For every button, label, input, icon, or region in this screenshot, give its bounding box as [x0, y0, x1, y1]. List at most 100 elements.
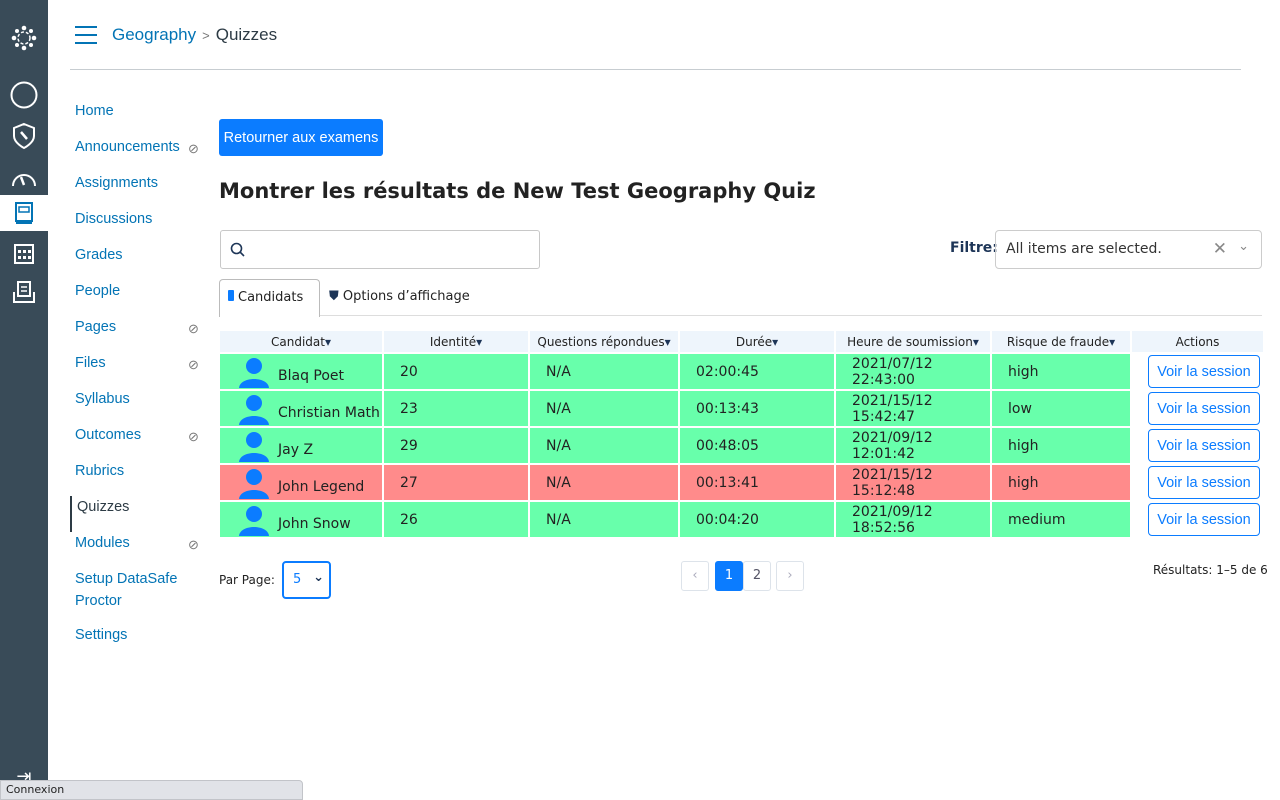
nav-label: Announcements	[75, 139, 180, 155]
nav-item-outcomes[interactable]: Outcomes ⊘	[70, 424, 210, 460]
nav-label: Files	[75, 355, 106, 371]
clear-icon[interactable]: ✕	[1213, 239, 1227, 259]
breadcrumb-current: Quizzes	[215, 25, 278, 44]
nav-item-files[interactable]: Files ⊘	[70, 352, 210, 388]
dashboard-icon[interactable]	[0, 160, 48, 196]
actions-cell: Voir la session	[1132, 354, 1263, 389]
cell-submitted: 2021/15/12 15:12:48	[836, 465, 990, 500]
column-header[interactable]: Questions répondues▾	[530, 331, 678, 352]
admin-shield-icon[interactable]	[0, 118, 48, 154]
breadcrumb-course[interactable]: Geography	[112, 25, 196, 44]
candidate-cell: John Snow	[220, 502, 382, 537]
header-label: Identité	[429, 334, 477, 349]
user-avatar-icon	[239, 431, 269, 462]
tab-candidats[interactable]: Candidats	[219, 279, 320, 317]
column-header[interactable]: Durée▾	[680, 331, 834, 352]
prev-page-button[interactable]: ‹	[681, 561, 709, 591]
cell-risk: medium	[992, 502, 1130, 537]
column-header[interactable]: Identité▾	[384, 331, 528, 352]
cell-duration: 00:13:41	[680, 465, 834, 500]
view-session-button[interactable]: Voir la session	[1148, 466, 1260, 499]
nav-item-rubrics[interactable]: Rubrics	[70, 460, 210, 496]
header-label: Candidat	[271, 334, 325, 349]
candidate-cell: Blaq Poet	[220, 354, 382, 389]
view-session-button[interactable]: Voir la session	[1148, 503, 1260, 536]
table-row: Blaq Poet 20 N/A 02:00:45 2021/07/12 22:43:0…	[220, 354, 1263, 389]
view-session-button[interactable]: Voir la session	[1148, 392, 1260, 425]
candidate-name: Christian Math	[278, 404, 380, 421]
nav-item-settings[interactable]: Settings	[70, 624, 210, 660]
nav-item-home[interactable]: Home	[70, 100, 210, 136]
column-header[interactable]: Candidat▾	[220, 331, 382, 352]
column-header[interactable]: Risque de fraude▾	[992, 331, 1130, 352]
cell-risk: high	[992, 354, 1130, 389]
candidate-cell: Jay Z	[220, 428, 382, 463]
filter-select[interactable]: All items are selected. ✕ ⌄	[995, 230, 1262, 269]
account-icon[interactable]	[0, 77, 48, 113]
menu-icon[interactable]	[75, 26, 97, 44]
cell-questions: N/A	[530, 428, 678, 463]
cell-risk: low	[992, 391, 1130, 426]
canvas-logo-icon[interactable]	[0, 20, 48, 56]
courses-icon[interactable]	[0, 195, 48, 231]
nav-item-grades[interactable]: Grades	[70, 244, 210, 280]
sort-caret-icon: ▾	[1109, 334, 1116, 349]
inbox-icon[interactable]	[0, 274, 48, 310]
hidden-eye-icon: ⊘	[188, 321, 199, 336]
cell-questions: N/A	[530, 465, 678, 500]
tab-label: Options d’affichage	[342, 289, 470, 304]
nav-item-assignments[interactable]: Assignments	[70, 172, 210, 208]
cell-risk: high	[992, 465, 1130, 500]
header: Geography > Quizzes	[70, 0, 1241, 70]
view-session-button[interactable]: Voir la session	[1148, 429, 1260, 462]
per-page-select[interactable]: 5 ⌄	[282, 561, 331, 599]
column-header[interactable]: Heure de soumission▾	[836, 331, 990, 352]
table-row: Jay Z 29 N/A 00:48:05 2021/09/12 12:01:42 hig…	[220, 428, 1263, 463]
next-page-button[interactable]: ›	[776, 561, 804, 591]
view-session-button[interactable]: Voir la session	[1148, 355, 1260, 388]
nav-item-syllabus[interactable]: Syllabus	[70, 388, 210, 424]
results-table: Candidat▾ Identité▾ Questions répondues▾ Du…	[218, 329, 1265, 539]
sort-caret-icon: ▾	[664, 334, 671, 349]
tab-display-options[interactable]: ⛊ Options d’affichage	[321, 279, 478, 316]
sort-caret-icon: ▾	[972, 334, 979, 349]
hidden-eye-icon: ⊘	[188, 357, 199, 372]
header-label: Questions répondues	[537, 334, 665, 349]
nav-item-pages[interactable]: Pages ⊘	[70, 316, 210, 352]
nav-item-discussions[interactable]: Discussions	[70, 208, 210, 244]
cell-id: 27	[384, 465, 528, 500]
nav-label: Setup DataSafe Proctor	[75, 571, 178, 609]
search-icon	[230, 242, 245, 257]
cell-submitted: 2021/09/12 18:52:56	[836, 502, 990, 537]
cell-id: 23	[384, 391, 528, 426]
breadcrumb: Geography > Quizzes	[112, 25, 277, 45]
page-1-button[interactable]: 1	[715, 561, 743, 591]
nav-item-quizzes[interactable]: Quizzes	[70, 496, 210, 532]
status-bar: Connexion	[0, 780, 303, 800]
user-avatar-icon	[239, 394, 269, 425]
candidate-name: John Snow	[278, 515, 351, 532]
nav-item-setup-datasafe-proctor[interactable]: Setup DataSafe Proctor	[70, 568, 210, 624]
candidate-name: Jay Z	[278, 441, 314, 458]
nav-label: Grades	[75, 247, 123, 263]
page-2-button[interactable]: 2	[743, 561, 771, 591]
chevron-right-icon: >	[202, 28, 210, 43]
sort-caret-icon: ▾	[772, 334, 779, 349]
global-nav: ⇥	[0, 0, 48, 800]
nav-label: Discussions	[75, 211, 153, 227]
candidate-cell: John Legend	[220, 465, 382, 500]
chevron-down-icon: ⌄	[1238, 239, 1249, 254]
nav-item-announcements[interactable]: Announcements ⊘	[70, 136, 210, 172]
nav-label: Settings	[75, 627, 128, 643]
header-label: Durée	[735, 334, 773, 349]
chevron-down-icon: ⌄	[313, 570, 324, 585]
calendar-icon[interactable]	[0, 235, 48, 271]
nav-item-people[interactable]: People	[70, 280, 210, 316]
back-to-exams-button[interactable]: Retourner aux examens	[219, 119, 383, 156]
cell-submitted: 2021/07/12 22:43:00	[836, 354, 990, 389]
cell-submitted: 2021/15/12 15:42:47	[836, 391, 990, 426]
nav-item-modules[interactable]: Modules ⊘	[70, 532, 210, 568]
search-input[interactable]	[220, 230, 540, 269]
header-label: Actions	[1175, 334, 1220, 349]
shield-icon: ⛊	[329, 289, 339, 304]
